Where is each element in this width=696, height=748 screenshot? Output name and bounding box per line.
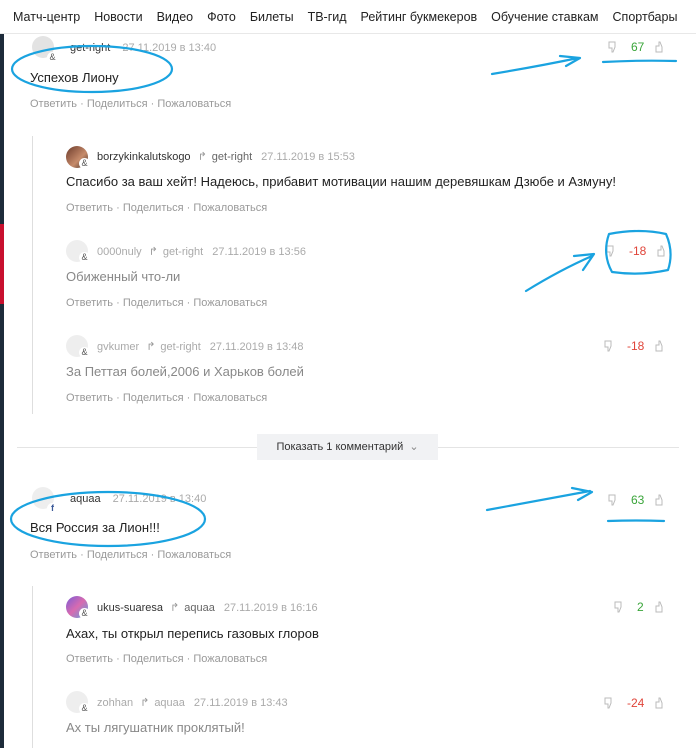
reply-arrow-icon: ↱ — [140, 697, 150, 709]
reply-arrow-icon: ↱ — [197, 151, 207, 163]
ampersand-icon: & — [79, 252, 90, 263]
comment-author[interactable]: ukus-suaresa — [97, 602, 163, 614]
comment-text: Вся Россия за Лион!!! — [30, 520, 160, 535]
reply-link[interactable]: Ответить — [66, 392, 113, 404]
ampersand-icon: & — [47, 52, 58, 63]
share-link[interactable]: Поделиться — [123, 297, 184, 309]
report-link[interactable]: Пожаловаться — [193, 297, 267, 309]
report-link[interactable]: Пожаловаться — [157, 549, 231, 561]
report-link[interactable]: Пожаловаться — [157, 98, 231, 110]
show-more-button[interactable]: Показать 1 комментарий ⌄ — [257, 434, 438, 460]
nav-item-match-center[interactable]: Матч-центр — [13, 10, 80, 24]
reply-to-author[interactable]: get-right — [163, 246, 203, 258]
thumb-down-icon[interactable] — [613, 600, 627, 614]
share-link[interactable]: Поделиться — [87, 549, 148, 561]
thumb-up-icon[interactable] — [654, 493, 668, 507]
annotation-arrow — [524, 252, 596, 293]
reply-to-author[interactable]: aquaa — [184, 602, 215, 614]
nav-item-video[interactable]: Видео — [157, 10, 194, 24]
thumb-up-icon[interactable] — [654, 339, 668, 353]
comment-score: 67 — [631, 40, 645, 54]
comment-date: 27.11.2019 в 13:40 — [122, 42, 217, 54]
share-link[interactable]: Поделиться — [123, 653, 184, 665]
chevron-down-icon: ⌄ — [409, 441, 419, 453]
comment-author[interactable]: get-right — [70, 42, 110, 54]
nav-item-photo[interactable]: Фото — [207, 10, 236, 24]
nav-item-bookmaker-rating[interactable]: Рейтинг букмекеров — [361, 10, 478, 24]
reply-arrow-icon: ↱ — [170, 602, 180, 614]
thumb-up-icon[interactable] — [656, 244, 670, 258]
nav-item-news[interactable]: Новости — [94, 10, 142, 24]
comment-author[interactable]: borzykinkalutskogo — [97, 151, 191, 163]
ampersand-icon: & — [79, 703, 90, 714]
show-more-label: Показать 1 комментарий — [276, 441, 404, 453]
comment-author[interactable]: gvkumer — [97, 341, 139, 353]
comment-text: Обиженный что-ли — [66, 269, 181, 284]
comment-score: 2 — [637, 600, 644, 614]
comment-date: 27.11.2019 в 16:16 — [223, 601, 318, 614]
thumb-up-icon[interactable] — [654, 40, 668, 54]
share-link[interactable]: Поделиться — [123, 202, 184, 214]
nav-item-tickets[interactable]: Билеты — [250, 10, 294, 24]
comment-text: Успехов Лиону — [30, 70, 119, 85]
ampersand-icon: & — [79, 158, 90, 169]
comment-date: 27.11.2019 в 15:53 — [261, 150, 355, 163]
comment-date: 27.11.2019 в 13:43 — [193, 696, 288, 709]
top-navigation: Матч-центр Новости Видео Фото Билеты ТВ-… — [0, 0, 696, 34]
reply-arrow-icon: ↱ — [146, 341, 156, 353]
comment-score: -18 — [627, 339, 645, 353]
comment-text: Ахах, ты открыл перепись газовых глоров — [66, 626, 319, 641]
comment-score: -24 — [627, 696, 645, 710]
reply-link[interactable]: Ответить — [66, 653, 113, 665]
reply-link[interactable]: Ответить — [30, 98, 77, 110]
reply-to-author[interactable]: get-right — [212, 151, 252, 163]
reply-link[interactable]: Ответить — [66, 202, 113, 214]
annotation-arrow — [490, 54, 582, 76]
comment-text: За Петтая болей,2006 и Харьков болей — [66, 364, 304, 379]
ampersand-icon: & — [79, 608, 90, 619]
thumb-down-icon[interactable] — [607, 40, 621, 54]
ampersand-icon: & — [79, 347, 90, 358]
comment-text: Ах ты лягушатник проклятый! — [66, 720, 245, 735]
share-link[interactable]: Поделиться — [87, 98, 148, 110]
reply-to-author[interactable]: aquaa — [154, 697, 185, 709]
nav-item-sportsbars[interactable]: Спортбары — [613, 10, 678, 24]
nav-item-tv-guide[interactable]: ТВ-гид — [308, 10, 347, 24]
thread-line — [32, 586, 33, 748]
reply-link[interactable]: Ответить — [66, 297, 113, 309]
left-edge-bar — [0, 34, 4, 748]
report-link[interactable]: Пожаловаться — [193, 653, 267, 665]
facebook-icon: f — [47, 503, 58, 514]
comment-date: 27.11.2019 в 13:48 — [209, 340, 304, 353]
comment-date: 27.11.2019 в 13:40 — [112, 493, 207, 505]
comment-text: Спасибо за ваш хейт! Надеюсь, прибавит м… — [66, 174, 616, 189]
comment-date: 27.11.2019 в 13:56 — [212, 245, 306, 258]
thumb-down-icon[interactable] — [603, 339, 617, 353]
thumb-up-icon[interactable] — [654, 696, 668, 710]
thread-line — [32, 136, 33, 414]
reply-to-author[interactable]: get-right — [160, 341, 200, 353]
reply-arrow-icon: ↱ — [148, 246, 158, 258]
comment-score: -18 — [629, 244, 647, 258]
annotation-underline — [606, 519, 666, 523]
comment-author[interactable]: aquaa — [70, 493, 101, 505]
thumb-down-icon[interactable] — [605, 244, 619, 258]
nav-item-betting-training[interactable]: Обучение ставкам — [491, 10, 598, 24]
report-link[interactable]: Пожаловаться — [193, 202, 267, 214]
reply-link[interactable]: Ответить — [30, 549, 77, 561]
comment-author[interactable]: 0000nuly — [97, 246, 142, 258]
thumb-down-icon[interactable] — [607, 493, 621, 507]
thumb-down-icon[interactable] — [603, 696, 617, 710]
comment-score: 63 — [631, 493, 645, 507]
comment-author[interactable]: zohhan — [97, 697, 133, 709]
annotation-underline — [601, 59, 678, 64]
share-link[interactable]: Поделиться — [123, 392, 184, 404]
report-link[interactable]: Пожаловаться — [193, 392, 267, 404]
annotation-arrow — [485, 486, 594, 512]
thumb-up-icon[interactable] — [654, 600, 668, 614]
